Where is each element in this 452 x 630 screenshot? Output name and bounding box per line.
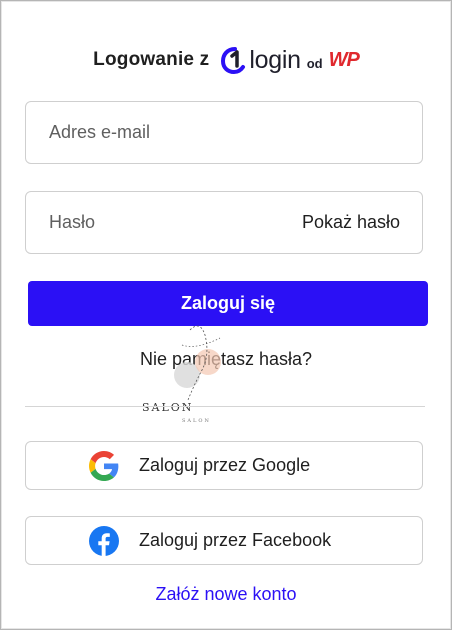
facebook-login-button[interactable]: Zaloguj przez Facebook xyxy=(25,516,423,565)
facebook-login-label: Zaloguj przez Facebook xyxy=(139,530,332,550)
password-input[interactable] xyxy=(26,192,302,253)
salon-watermark: SALON SALON xyxy=(142,325,221,424)
google-login-label: Zaloguj przez Google xyxy=(139,455,311,475)
header-title: Logowanie z xyxy=(93,49,210,70)
login-header: Logowanie z login od WP xyxy=(0,40,452,80)
brand-od-text: od xyxy=(306,55,323,71)
brand-login-text: login xyxy=(249,45,301,74)
google-icon xyxy=(88,450,120,482)
google-login-button[interactable]: Zaloguj przez Google xyxy=(25,441,423,490)
1login-logo-icon xyxy=(221,47,246,74)
watermark-subtext: SALON xyxy=(182,418,211,424)
email-field[interactable] xyxy=(25,101,423,164)
facebook-icon xyxy=(88,525,120,557)
wp-logo: WP xyxy=(328,48,360,71)
password-field[interactable]: Pokaż hasło xyxy=(25,191,423,254)
email-input[interactable] xyxy=(26,102,422,163)
show-password-button[interactable]: Pokaż hasło xyxy=(302,212,400,233)
divider xyxy=(25,406,425,407)
register-link[interactable]: Załóż nowe konto xyxy=(0,584,452,605)
watermark-text: SALON xyxy=(142,401,193,414)
